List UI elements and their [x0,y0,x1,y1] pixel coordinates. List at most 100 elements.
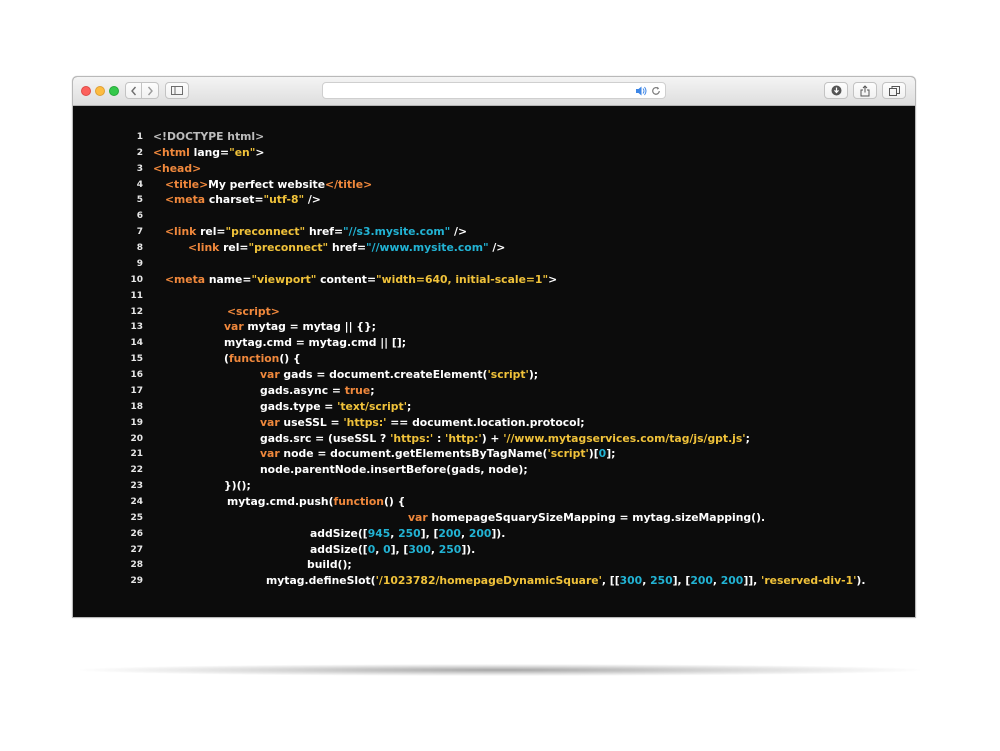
maximize-window-button[interactable] [109,86,119,96]
line-number: 26 [130,528,143,539]
code-token: ); [528,368,539,382]
sidebar-toggle-button[interactable] [165,82,189,99]
code-token: 200 [468,526,492,540]
code-token: 0 [383,542,391,556]
code-line: 11 [73,288,915,304]
reload-icon[interactable] [651,86,661,96]
code-token: () { [383,495,406,508]
code-token: 300 [619,574,643,588]
code-token: gads.type = [260,399,338,413]
speaker-icon[interactable] [635,85,647,97]
code-token: : [433,431,446,445]
code-token: "//www.mysite.com" [366,241,489,255]
code-token: "utf-8" [263,193,305,207]
code-token: > [255,145,265,159]
code-token: function [228,352,280,366]
code-token: () { [279,352,301,366]
code-token: /> [450,225,468,239]
code-token: rel= [219,241,249,255]
line-number: 17 [130,385,143,396]
code-text: build(); [307,557,352,573]
code-text: <link rel="preconnect" href="//s3.mysite… [165,224,467,240]
code-token: ; [407,399,412,413]
code-token: <title> [165,177,209,191]
code-token: 'reserved-div-1' [761,574,857,588]
back-button[interactable] [125,82,142,99]
code-editor: 1 <!DOCTYPE html> 2 <html lang="en"> 3 <head>… [73,106,915,617]
code-line: 9 [73,256,915,272]
window-shadow [80,664,920,676]
code-token: '//www.mytagservices.com/tag/js/gpt.js' [503,431,746,445]
code-token: gads.async = [260,383,345,397]
code-token: , [375,542,384,556]
line-number: 2 [136,147,143,158]
code-token: "en" [229,145,256,159]
tabs-overview-button[interactable] [882,82,906,99]
line-number: 12 [130,306,143,317]
code-text: gads.type = 'text/script'; [260,399,411,415]
code-token: 'https:' [343,415,387,429]
code-token: function [333,495,384,508]
code-line: 4 <title>My perfect website</title> [73,177,915,193]
code-token: <link [188,241,220,255]
code-text: var homepageSquarySizeMapping = mytag.si… [408,510,765,526]
address-bar[interactable] [322,82,666,99]
code-token: ]). [461,542,476,556]
code-token: <html [153,145,190,159]
code-token: '/1023782/homepageDynamicSquare' [375,574,602,588]
code-token: href= [305,225,344,239]
code-line: 24 mytag.cmd.push(function() { [73,494,915,510]
code-token: ]], [743,574,762,588]
share-button[interactable] [853,82,877,99]
close-window-button[interactable] [81,86,91,96]
code-line: 17 gads.async = true; [73,383,915,399]
code-text: var node = document.getElementsByTagName… [260,446,615,462]
code-token: 200 [438,526,461,540]
line-number: 21 [130,449,143,460]
code-token: })(); [224,479,251,493]
code-line: 7 <link rel="preconnect" href="//s3.mysit… [73,224,915,240]
code-text: <title>My perfect website</title> [165,177,372,193]
code-token: var [408,510,428,524]
code-line: 16 var gads = document.createElement('scr… [73,367,915,383]
code-token: /> [304,193,321,207]
code-token: rel= [196,225,226,239]
code-token: My perfect website [208,177,326,191]
minimize-window-button[interactable] [95,86,105,96]
forward-button[interactable] [142,82,159,99]
code-token: ]; [606,447,616,461]
code-token: 'text/script' [337,399,407,413]
code-token: homepageSquarySizeMapping = mytag.sizeMa… [427,510,766,524]
line-number: 25 [130,512,143,523]
code-text: <head> [153,161,201,177]
code-text: <meta name="viewport" content="width=640… [165,272,557,288]
code-text: mytag.cmd.push(function() { [227,494,405,510]
code-token: 200 [720,574,744,588]
line-number: 5 [136,195,143,206]
code-token: ; [745,431,750,445]
code-line: 6 [73,208,915,224]
code-token: var [260,415,280,429]
line-number: 29 [130,576,143,587]
code-token: == document.location.protocol; [386,415,585,429]
code-token: /> [488,241,506,255]
code-token: , [430,542,439,556]
code-token: ]). [491,526,506,540]
code-token: var [224,320,244,334]
code-token: useSSL = [279,415,344,429]
code-text: node.parentNode.insertBefore(gads, node)… [260,462,528,478]
code-token: ], [ [390,542,409,556]
code-token: mytag.cmd.push( [227,495,334,508]
line-number: 15 [130,354,143,365]
download-button[interactable] [824,82,848,99]
code-token: ; [370,383,375,397]
code-token: <!DOCTYPE html> [153,130,265,143]
code-line: 12 <script> [73,304,915,320]
line-number: 10 [130,274,143,285]
code-text: <meta charset="utf-8" /> [165,192,321,208]
code-text: mytag.cmd = mytag.cmd || []; [224,335,406,351]
line-number: 7 [136,227,143,238]
code-token: 250 [438,542,462,556]
code-token: addSize([ [310,526,368,540]
code-token: 'http:' [445,431,482,445]
